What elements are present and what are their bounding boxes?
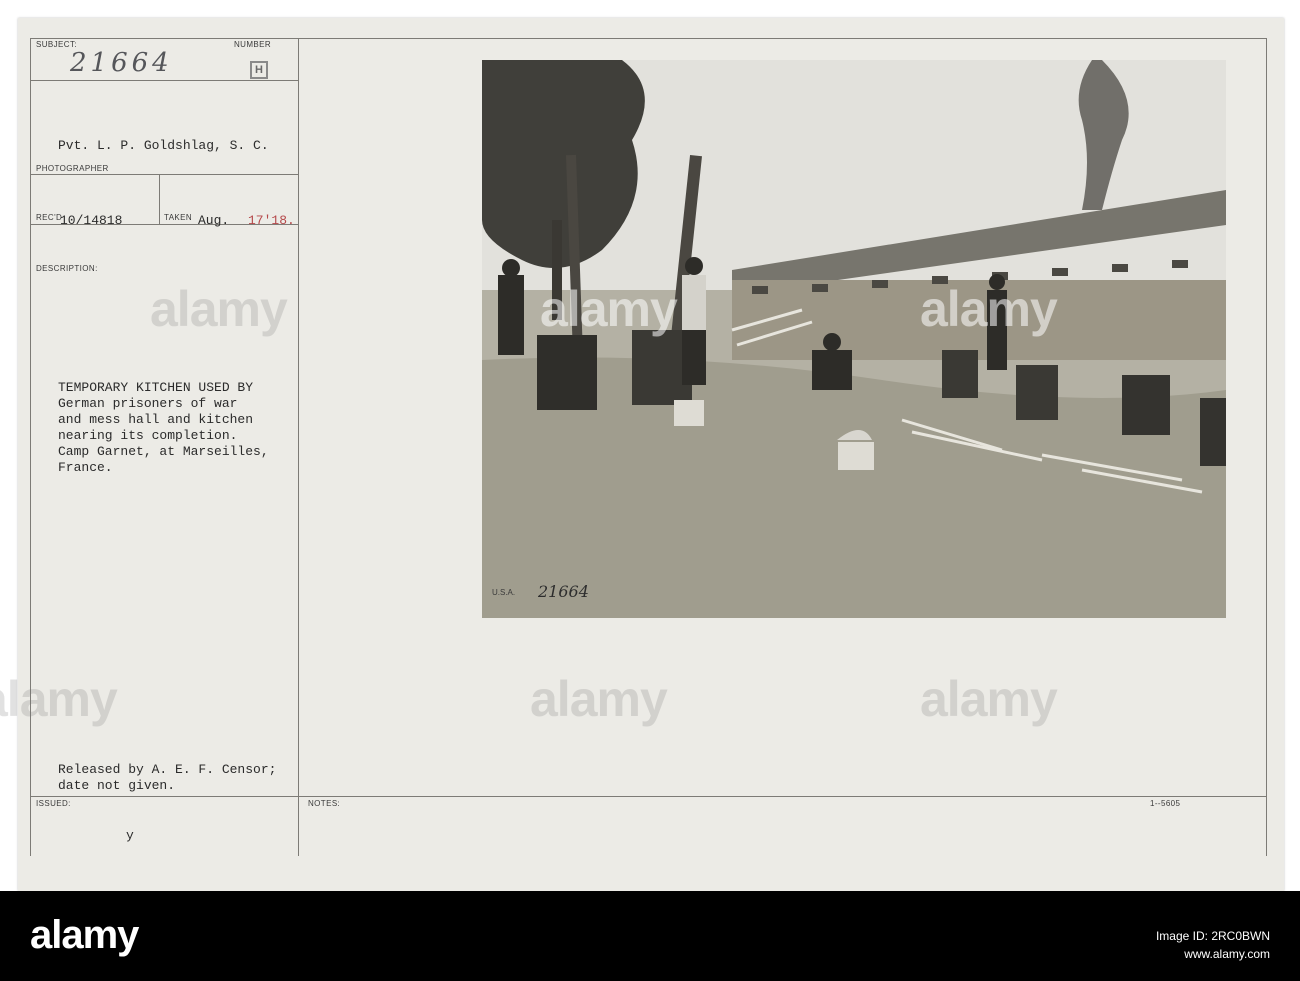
number-label: NUMBER — [234, 40, 272, 49]
subject-rule — [30, 80, 298, 81]
card-top-rule — [30, 38, 1266, 39]
description-line: German prisoners of war — [58, 396, 238, 411]
received-label: REC'D — [36, 213, 63, 222]
watermark: alamy — [920, 671, 1058, 727]
photographer-name: Pvt. L. P. Goldshlag, S. C. — [58, 138, 269, 153]
watermark: alamy — [540, 281, 678, 337]
description-line: and mess hall and kitchen — [58, 412, 254, 427]
description-line: nearing its completion. — [58, 428, 238, 443]
historical-photograph: U.S.A. 21664 — [482, 60, 1226, 618]
form-number: 1--5605 — [1150, 799, 1181, 808]
taken-date: Aug. — [198, 213, 230, 228]
description-line: TEMPORARY KITCHEN USED BY — [58, 380, 254, 395]
issued-value: y — [126, 828, 134, 843]
image-url[interactable]: www.alamy.com — [1156, 945, 1270, 963]
watermark: alamy — [0, 671, 118, 727]
description-label: DESCRIPTION: — [36, 264, 98, 273]
photographer-label: PHOTOGRAPHER — [36, 164, 109, 173]
watermark: alamy — [150, 281, 288, 337]
card-right-rule — [1266, 38, 1267, 856]
taken-year: 17'18. — [248, 213, 295, 228]
notes-label: NOTES: — [308, 799, 341, 808]
release-line: Released by A. E. F. Censor; — [58, 762, 277, 777]
description-line: France. — [58, 460, 113, 475]
taken-label: TAKEN — [164, 213, 193, 222]
received-value: 10/14818 — [60, 213, 123, 228]
archive-card: SUBJECT: NUMBER PHOTOGRAPHER REC'D TAKEN… — [18, 18, 1284, 891]
number-stamp: H — [250, 61, 268, 79]
release-line: date not given. — [58, 778, 176, 793]
issued-rule — [30, 796, 1266, 797]
issued-label: ISSUED: — [36, 799, 71, 808]
photo-caption-number: 21664 — [538, 582, 589, 601]
alamy-logo[interactable]: alamy — [30, 913, 139, 958]
watermark: alamy — [920, 281, 1058, 337]
received-divider — [159, 174, 160, 224]
watermark: alamy — [530, 671, 668, 727]
photo-scene — [482, 60, 1226, 618]
column-divider — [298, 38, 299, 856]
image-id-label: Image ID: 2RC0BWN — [1155, 929, 1270, 943]
description-line: Camp Garnet, at Marseilles, — [58, 444, 269, 459]
description-text: TEMPORARY KITCHEN USED BY German prisone… — [58, 380, 269, 476]
image-id: Image ID: 2RC0BWN www.alamy.com — [1156, 927, 1270, 963]
card-left-rule — [30, 38, 31, 856]
photo-stamp: U.S.A. — [492, 588, 516, 597]
subject-number: 21664 — [70, 48, 173, 78]
release-note: Released by A. E. F. Censor; date not gi… — [58, 762, 276, 794]
footer-bar: alamy Image ID: 2RC0BWN www.alamy.com — [0, 891, 1300, 981]
photographer-rule — [30, 174, 298, 175]
